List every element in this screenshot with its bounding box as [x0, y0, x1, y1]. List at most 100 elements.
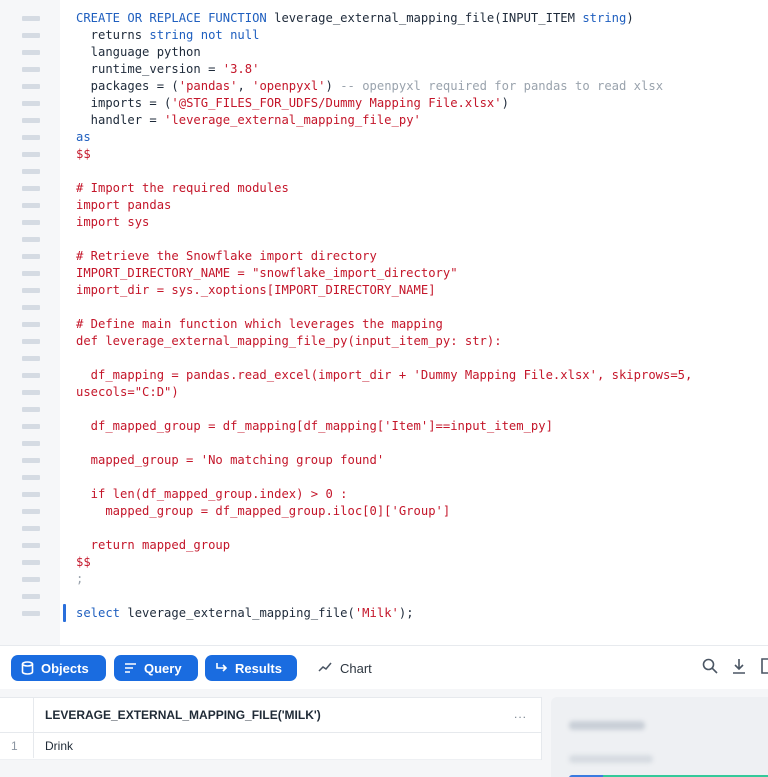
- code-line[interactable]: [76, 350, 692, 367]
- query-details-panel: [551, 697, 768, 777]
- column-header-label: LEVERAGE_EXTERNAL_MAPPING_FILE('MILK'): [45, 708, 321, 722]
- line-number: [22, 390, 40, 395]
- lines-icon: [124, 662, 137, 674]
- line-number: [22, 169, 40, 174]
- code-token: usecols="C:D"): [76, 385, 179, 399]
- code-line[interactable]: [76, 435, 692, 452]
- code-line[interactable]: [76, 520, 692, 537]
- code-token: import_dir = sys._xoptions[IMPORT_DIRECT…: [76, 283, 436, 297]
- line-number: [22, 135, 40, 140]
- code-area[interactable]: CREATE OR REPLACE FUNCTION leverage_exte…: [76, 10, 692, 622]
- code-token: as: [76, 130, 91, 144]
- code-line[interactable]: returns string not null: [76, 27, 692, 44]
- results-button[interactable]: Results: [205, 655, 297, 681]
- download-icon[interactable]: [732, 658, 746, 679]
- column-header[interactable]: LEVERAGE_EXTERNAL_MAPPING_FILE('MILK') .…: [0, 698, 541, 733]
- code-line[interactable]: packages = ('pandas', 'openpyxl') -- ope…: [76, 78, 692, 95]
- code-line[interactable]: # Retrieve the Snowflake import director…: [76, 248, 692, 265]
- code-token: if len(df_mapped_group.index) > 0 :: [76, 487, 348, 501]
- code-line[interactable]: [76, 469, 692, 486]
- query-details-heading: [569, 721, 645, 730]
- code-token: '3.8': [223, 62, 260, 76]
- code-line[interactable]: IMPORT_DIRECTORY_NAME = "snowflake_impor…: [76, 265, 692, 282]
- code-line[interactable]: import sys: [76, 214, 692, 231]
- code-token: def leverage_external_mapping_file_py(in…: [76, 334, 502, 348]
- code-line[interactable]: select leverage_external_mapping_file('M…: [76, 605, 692, 622]
- objects-button[interactable]: Objects: [11, 655, 106, 681]
- code-line[interactable]: CREATE OR REPLACE FUNCTION leverage_exte…: [76, 10, 692, 27]
- code-line[interactable]: [76, 299, 692, 316]
- code-line[interactable]: $$: [76, 554, 692, 571]
- code-line[interactable]: [76, 401, 692, 418]
- line-number: [22, 50, 40, 55]
- code-token: ): [326, 79, 341, 93]
- line-number: [22, 526, 40, 531]
- code-line[interactable]: df_mapping = pandas.read_excel(import_di…: [76, 367, 692, 384]
- line-number: [22, 492, 40, 497]
- line-number: [22, 305, 40, 310]
- code-token: mapped_group = 'No matching group found': [76, 453, 384, 467]
- code-line[interactable]: $$: [76, 146, 692, 163]
- code-line[interactable]: return mapped_group: [76, 537, 692, 554]
- line-number: [22, 339, 40, 344]
- code-token: # Retrieve the Snowflake import director…: [76, 249, 377, 263]
- code-line[interactable]: import_dir = sys._xoptions[IMPORT_DIRECT…: [76, 282, 692, 299]
- code-line[interactable]: [76, 588, 692, 605]
- code-line[interactable]: if len(df_mapped_group.index) > 0 :: [76, 486, 692, 503]
- line-number: [22, 254, 40, 259]
- code-token: # Define main function which leverages t…: [76, 317, 443, 331]
- code-token: return mapped_group: [76, 538, 230, 552]
- search-icon[interactable]: [702, 658, 718, 679]
- column-menu-icon[interactable]: ...: [514, 707, 527, 721]
- code-token: language python: [76, 45, 201, 59]
- row-number: 1: [11, 739, 18, 753]
- code-line[interactable]: imports = ('@STG_FILES_FOR_UDFS/Dummy Ma…: [76, 95, 692, 112]
- results-label: Results: [235, 661, 282, 676]
- code-token: imports = (: [76, 96, 171, 110]
- code-line[interactable]: # Import the required modules: [76, 180, 692, 197]
- code-token: ;: [76, 572, 83, 586]
- line-number-gutter: [0, 0, 60, 645]
- code-line[interactable]: usecols="C:D"): [76, 384, 692, 401]
- query-label: Query: [144, 661, 182, 676]
- code-token: runtime_version =: [76, 62, 223, 76]
- line-number: [22, 373, 40, 378]
- line-number: [22, 288, 40, 293]
- code-line[interactable]: handler = 'leverage_external_mapping_fil…: [76, 112, 692, 129]
- query-button[interactable]: Query: [114, 655, 198, 681]
- code-line[interactable]: # Define main function which leverages t…: [76, 316, 692, 333]
- code-token: string not null: [149, 28, 259, 42]
- code-line[interactable]: mapped_group = df_mapped_group.iloc[0]['…: [76, 503, 692, 520]
- code-line[interactable]: mapped_group = 'No matching group found': [76, 452, 692, 469]
- code-token: string: [582, 11, 626, 25]
- code-token: $$: [76, 147, 91, 161]
- line-number: [22, 271, 40, 276]
- code-line[interactable]: import pandas: [76, 197, 692, 214]
- code-token: returns: [76, 28, 149, 42]
- code-line[interactable]: runtime_version = '3.8': [76, 61, 692, 78]
- code-token: 'pandas': [179, 79, 238, 93]
- code-token: packages = (: [76, 79, 179, 93]
- results-toolbar: Objects Query Results Chart: [0, 645, 768, 690]
- line-number: [22, 152, 40, 157]
- line-number: [22, 356, 40, 361]
- chart-tab[interactable]: Chart: [318, 655, 372, 681]
- code-line[interactable]: ;: [76, 571, 692, 588]
- line-number: [22, 509, 40, 514]
- code-line[interactable]: df_mapped_group = df_mapping[df_mapping[…: [76, 418, 692, 435]
- code-line[interactable]: [76, 231, 692, 248]
- line-number: [22, 458, 40, 463]
- panel-toggle-icon[interactable]: [760, 658, 768, 679]
- table-row[interactable]: 1 Drink: [0, 733, 541, 760]
- line-number: [22, 118, 40, 123]
- code-line[interactable]: language python: [76, 44, 692, 61]
- sql-editor[interactable]: CREATE OR REPLACE FUNCTION leverage_exte…: [0, 0, 768, 645]
- code-line[interactable]: as: [76, 129, 692, 146]
- code-token: leverage_external_mapping_file(: [127, 606, 354, 620]
- code-line[interactable]: def leverage_external_mapping_file_py(in…: [76, 333, 692, 350]
- line-number: [22, 237, 40, 242]
- code-token: handler =: [76, 113, 164, 127]
- table-cell[interactable]: Drink: [45, 739, 73, 753]
- code-token: df_mapped_group = df_mapping[df_mapping[…: [76, 419, 553, 433]
- code-line[interactable]: [76, 163, 692, 180]
